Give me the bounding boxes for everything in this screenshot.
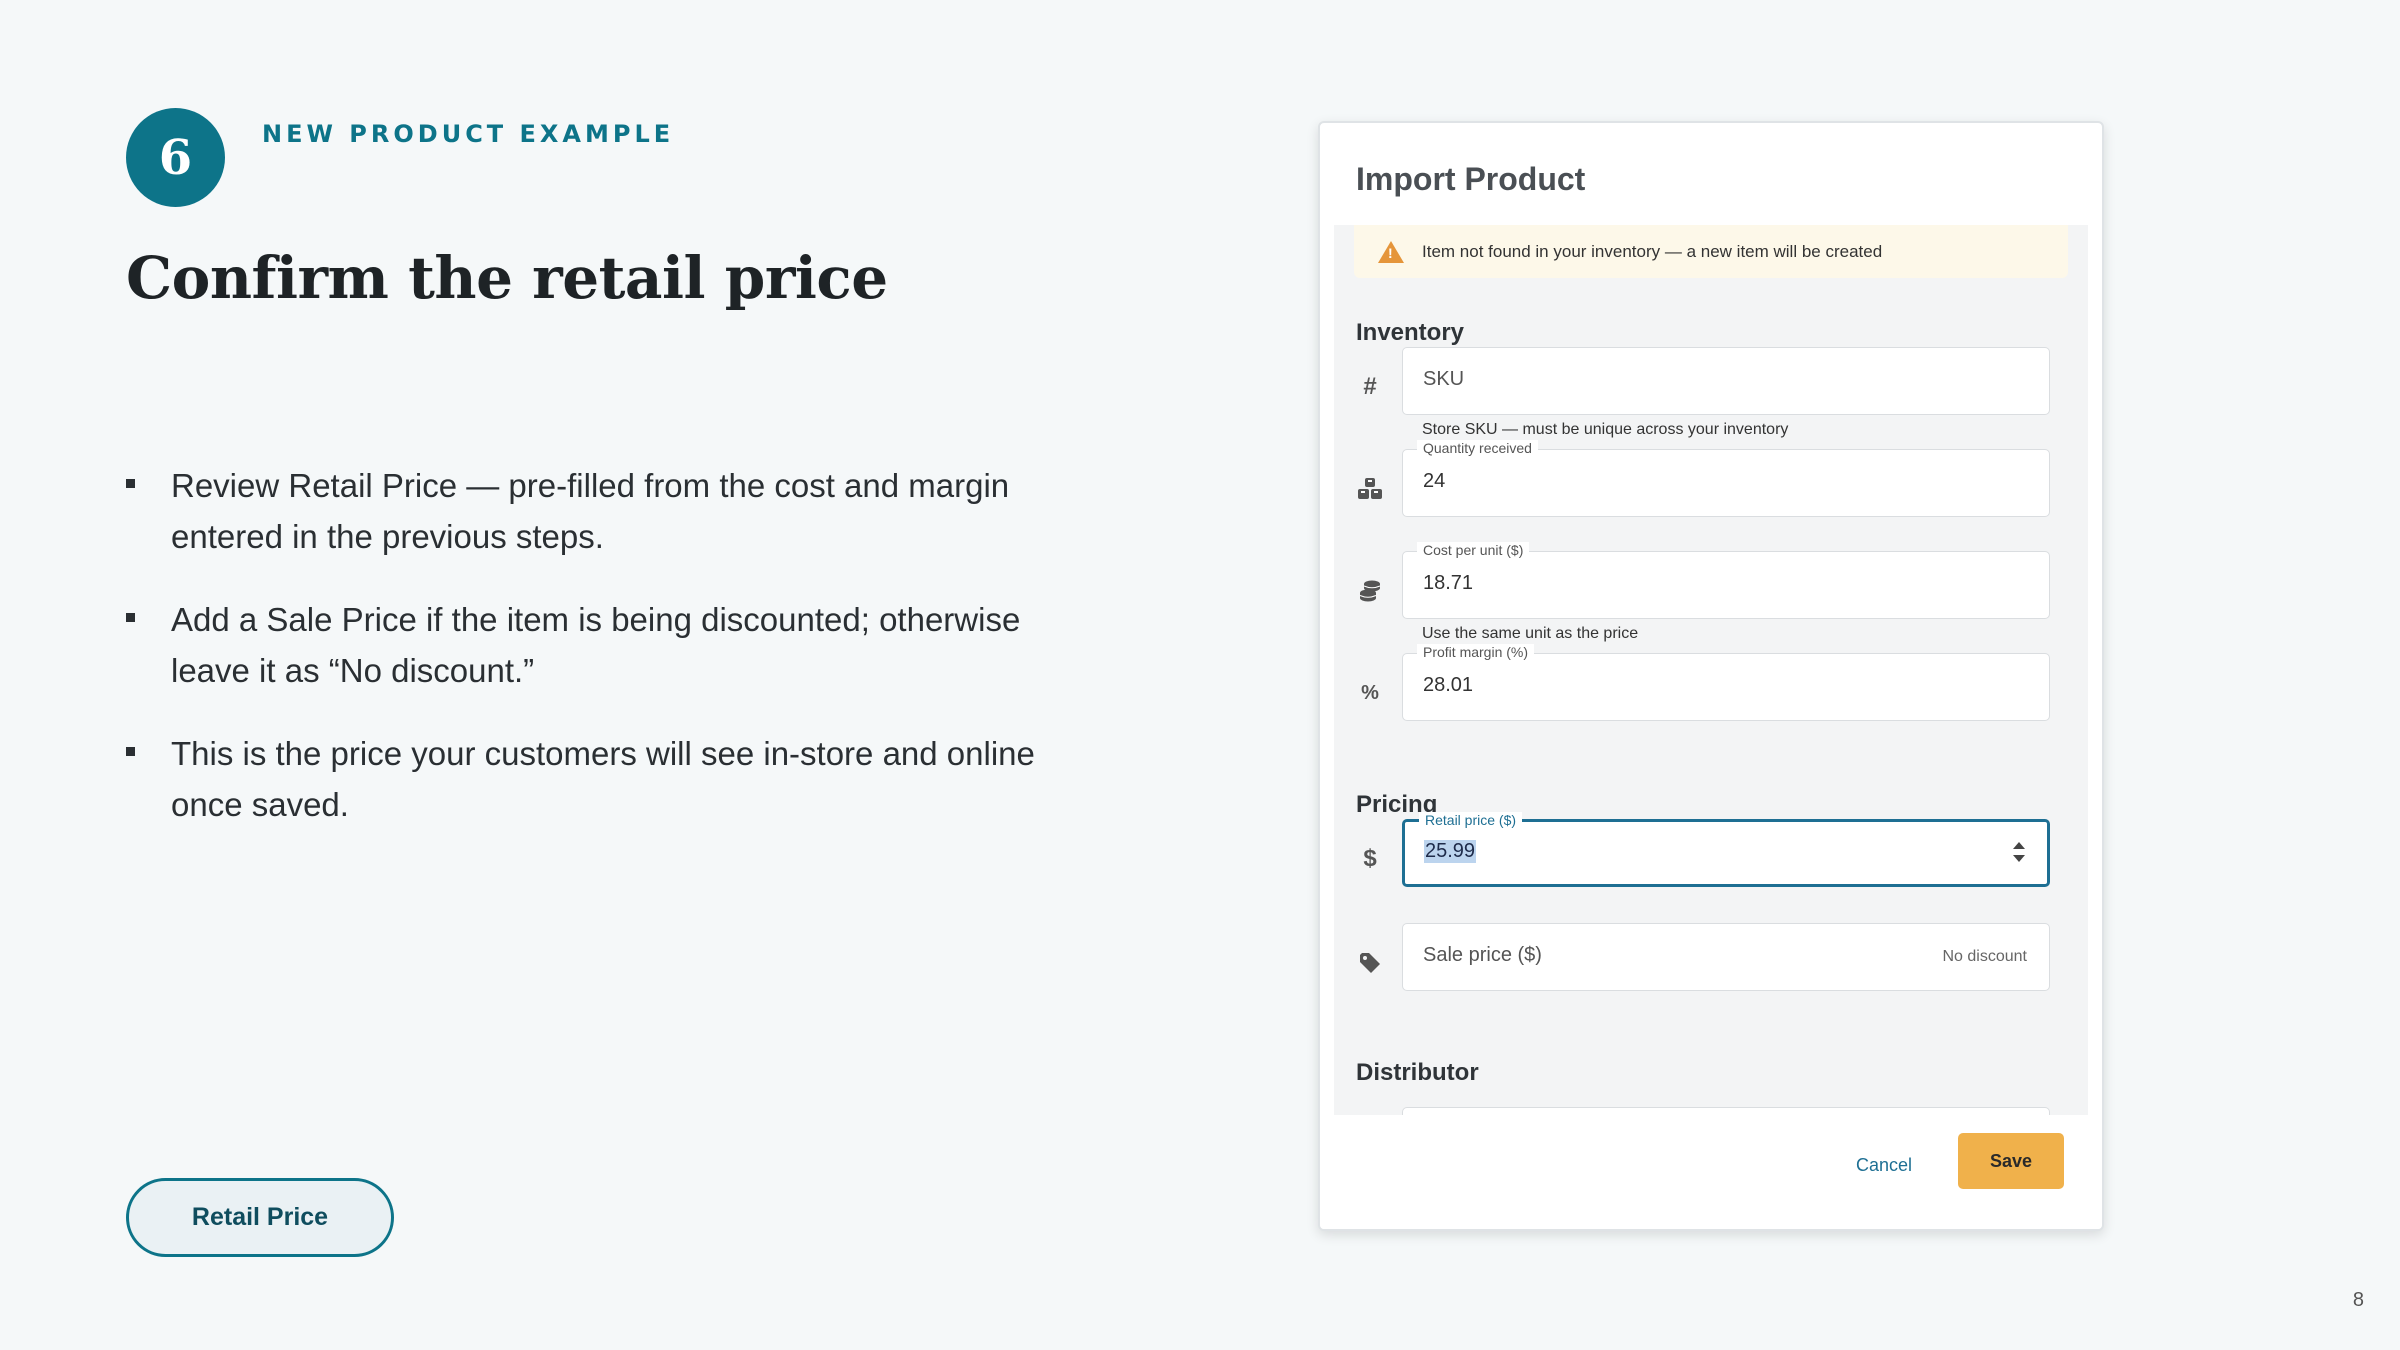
number-spinner[interactable] [2013,842,2025,866]
warning-banner: Item not found in your inventory — a new… [1354,225,2068,278]
bullet-marker [126,747,135,756]
section-distributor: Distributor [1356,1059,1479,1086]
boxes-icon [1356,475,1384,503]
spinner-down-icon[interactable] [2013,855,2025,862]
bullet-item: Add a Sale Price if the item is being di… [126,594,1106,696]
dialog-title: Import Product [1356,161,1586,197]
quantity-value: 24 [1423,470,1446,492]
warning-text: Item not found in your inventory — a new… [1422,241,1883,261]
sku-field[interactable]: SKU [1402,347,2050,415]
margin-label: Profit margin (%) [1417,644,1535,660]
profit-margin-field[interactable]: Profit margin (%) 28.01 [1402,644,2050,721]
bullet-item: Review Retail Price — pre-filled from th… [126,460,1106,562]
step-number-badge: 6 [126,108,225,207]
tag-icon [1356,949,1384,977]
sku-helper-text: Store SKU — must be unique across your i… [1422,421,1789,438]
quantity-label: Quantity received [1417,440,1538,456]
quantity-field[interactable]: Quantity received 24 [1402,440,2050,517]
cost-value: 18.71 [1423,572,1474,594]
bullet-text: Review Retail Price — pre-filled from th… [171,467,1010,555]
retail-price-field[interactable]: Retail price ($) 25.99 [1402,812,2050,887]
bullet-list: Review Retail Price — pre-filled from th… [126,460,1106,862]
eyebrow-label: NEW PRODUCT EXAMPLE [262,120,675,148]
dollar-icon: $ [1363,845,1377,872]
retail-value: 25.99 [1424,840,1477,863]
retail-price-pill: Retail Price [126,1178,394,1257]
coins-icon [1356,577,1384,605]
hash-icon: # [1363,373,1377,400]
page-number: 8 [2352,1289,2364,1311]
bullet-marker [126,479,135,488]
dialog-footer: Cancel Save [1320,1115,2102,1229]
cancel-button[interactable]: Cancel [1856,1155,1912,1176]
retail-label: Retail price ($) [1419,812,1523,828]
percent-icon: % [1361,681,1379,704]
slide-title: Confirm the retail price [126,244,888,312]
cost-per-unit-field[interactable]: Cost per unit ($) 18.71 [1402,542,2050,619]
section-inventory: Inventory [1356,319,1465,346]
save-button[interactable]: Save [1958,1133,2064,1189]
warning-icon [1378,240,1404,263]
sku-placeholder: SKU [1423,368,1465,390]
bullet-item: This is the price your customers will se… [126,728,1106,830]
bullet-text: Add a Sale Price if the item is being di… [171,601,1021,689]
sale-adornment: No discount [1942,948,2028,965]
import-product-dialog: Import Product Item not found in your in… [1318,121,2104,1231]
cost-label: Cost per unit ($) [1417,542,1530,558]
margin-value: 28.01 [1423,674,1474,696]
cost-helper-text: Use the same unit as the price [1422,625,1639,642]
spinner-up-icon[interactable] [2013,842,2025,849]
bullet-text: This is the price your customers will se… [171,735,1035,823]
sale-placeholder: Sale price ($) [1423,944,1542,966]
dialog-body[interactable]: Item not found in your inventory — a new… [1334,225,2088,1117]
sale-price-field[interactable]: Sale price ($) No discount [1402,923,2050,991]
bullet-marker [126,613,135,622]
